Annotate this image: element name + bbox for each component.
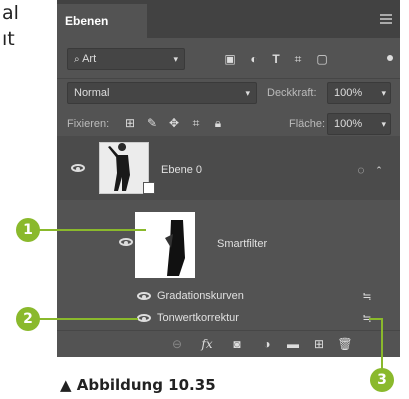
- tab-ebenen[interactable]: Ebenen: [57, 4, 147, 38]
- smartobject-link-icon: ◌: [357, 163, 365, 177]
- chevron-down-icon: ▾: [173, 54, 178, 64]
- chevron-down-icon: ▾: [245, 88, 250, 98]
- type-filter-icon[interactable]: T: [269, 51, 283, 67]
- trash-icon[interactable]: 🗑︎: [337, 336, 353, 352]
- visibility-eye-icon[interactable]: [137, 292, 151, 300]
- image-filter-icon[interactable]: ▣: [223, 51, 237, 67]
- callout-1-line: [34, 229, 146, 231]
- panel-tab-bar: Ebenen: [57, 0, 400, 38]
- layer-name: Ebene 0: [161, 164, 202, 176]
- lock-all-icon[interactable]: 🔒︎: [211, 115, 225, 131]
- filter-entry-gradationskurven[interactable]: Gradationskurven ≒: [57, 288, 400, 306]
- blend-mode-select[interactable]: Normal ▾: [67, 82, 257, 104]
- fill-value: 100%: [334, 118, 363, 130]
- lock-artboard-icon[interactable]: ⌗: [189, 115, 203, 131]
- callout-2-line: [34, 318, 138, 320]
- lock-label: Fixieren:: [67, 118, 110, 130]
- blend-mode-value: Normal: [74, 87, 110, 99]
- side-text-line-2: ıt: [2, 28, 15, 50]
- bottom-toolbar: ⊖ fx ◙ ◑ ▬ ⊞ 🗑︎: [57, 330, 400, 357]
- opacity-value: 100%: [334, 87, 363, 99]
- layer-thumbnail: [99, 142, 149, 194]
- callout-3: 3: [370, 368, 394, 392]
- opacity-label: Deckkraft:: [267, 87, 317, 99]
- callout-3-line-v: [381, 318, 383, 370]
- person-image-icon: [100, 143, 148, 193]
- smartfilter-row[interactable]: Smartfilter: [57, 200, 400, 280]
- lock-position-icon[interactable]: ✥: [167, 115, 181, 131]
- fill-label: Fläche:: [289, 118, 326, 130]
- panel-menu-icon[interactable]: [380, 14, 392, 24]
- layers-panel: Ebenen ⌕ Art ▾ ▣ ◐ T ⌗ ▢ Normal ▾ Deckkr…: [57, 0, 400, 357]
- shape-filter-icon[interactable]: ⌗: [291, 51, 305, 67]
- fill-field[interactable]: 100% ▾: [327, 113, 391, 135]
- new-group-icon[interactable]: ▬: [285, 336, 301, 352]
- filter-kind-select[interactable]: ⌕ Art ▾: [67, 48, 185, 70]
- chevron-down-icon: ▾: [381, 119, 386, 129]
- smartobject-badge-icon: [143, 182, 155, 194]
- filter-toggle-icon[interactable]: [387, 55, 393, 61]
- opacity-field[interactable]: 100% ▾: [327, 82, 391, 104]
- fx-icon[interactable]: fx: [199, 336, 215, 352]
- chevron-down-icon: ▾: [381, 88, 386, 98]
- search-icon: ⌕: [74, 54, 80, 65]
- callout-1: 1: [16, 218, 40, 242]
- filter-kind-label: Art: [82, 53, 97, 65]
- add-mask-icon[interactable]: ◙: [229, 336, 245, 352]
- filter-mask-image-icon: [137, 214, 193, 276]
- visibility-eye-icon[interactable]: [119, 238, 133, 246]
- smartfilter-mask-thumbnail: [135, 212, 195, 278]
- adjustment-layer-icon[interactable]: ◑: [259, 336, 275, 352]
- visibility-eye-icon[interactable]: [71, 164, 85, 172]
- smartobject-filter-icon[interactable]: ▢: [315, 51, 329, 67]
- lock-transparent-icon[interactable]: ⊞: [123, 115, 137, 131]
- smartfilter-label: Smartfilter: [217, 238, 268, 250]
- side-text-line-1: al: [2, 2, 19, 24]
- link-layers-icon[interactable]: ⊖: [169, 336, 185, 352]
- callout-2: 2: [16, 307, 40, 331]
- callout-3-line-h: [369, 318, 381, 320]
- collapse-arrow-icon[interactable]: ⌃: [373, 162, 385, 178]
- filter-name: Tonwertkorrektur: [157, 312, 239, 324]
- adjustment-filter-icon[interactable]: ◐: [247, 51, 261, 67]
- filter-name: Gradationskurven: [157, 290, 244, 302]
- divider: [57, 78, 400, 79]
- figure-caption: ▲ Abbildung 10.35: [60, 376, 216, 394]
- filter-options-icon[interactable]: ≒: [359, 289, 375, 305]
- new-layer-icon[interactable]: ⊞: [311, 336, 327, 352]
- lock-image-icon[interactable]: ✎: [145, 115, 159, 131]
- visibility-eye-icon[interactable]: [137, 314, 151, 322]
- layer-row-ebene-0[interactable]: Ebene 0 ◌ ⌃: [57, 136, 400, 200]
